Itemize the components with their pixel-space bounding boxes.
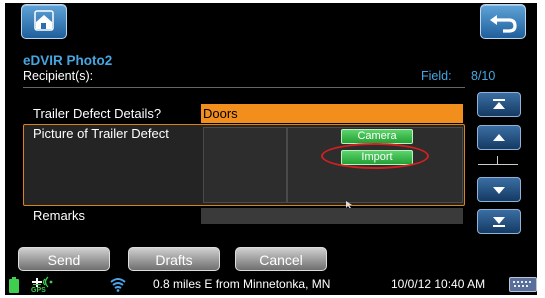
scroll-up-icon (493, 134, 505, 141)
recipient-label: Recipient(s): (23, 69, 94, 83)
gps-label: GPS (31, 287, 46, 294)
picture-preview-cell (203, 127, 287, 203)
scroll-top-icon (493, 99, 505, 109)
field-label: Field: (421, 69, 452, 83)
keyboard-icon[interactable] (509, 277, 537, 292)
device-screen: eDVIR Photo2 Recipient(s): Field: 8/10 T… (5, 3, 537, 295)
keyboard-keys-icon (513, 281, 531, 287)
back-arrow-icon (490, 15, 517, 33)
scroll-position-marker (478, 164, 518, 165)
scroll-bottom-button[interactable] (477, 209, 521, 234)
import-highlight-annotation (321, 143, 429, 169)
datetime-text: 10/0/12 10:40 AM (391, 277, 486, 291)
location-text: 0.8 miles E from Minnetonka, MN (153, 277, 331, 291)
field-counter: 8/10 (471, 69, 496, 83)
back-button[interactable] (480, 4, 526, 39)
home-button[interactable] (21, 4, 67, 39)
remarks-field[interactable] (201, 208, 463, 224)
trailer-defect-label: Trailer Defect Details? (33, 106, 162, 121)
picture-label: Picture of Trailer Defect (33, 126, 169, 141)
scroll-down-button[interactable] (477, 177, 521, 202)
scroll-top-button[interactable] (477, 92, 521, 117)
header-divider (23, 87, 465, 88)
trailer-defect-field[interactable]: Doors (201, 104, 463, 123)
drafts-button[interactable]: Drafts (128, 247, 220, 271)
scroll-position-tick (497, 156, 498, 165)
scroll-up-button[interactable] (477, 125, 521, 150)
battery-icon (9, 277, 19, 293)
remarks-label: Remarks (33, 208, 86, 223)
cancel-button[interactable]: Cancel (235, 247, 327, 271)
scroll-bottom-icon (493, 217, 505, 227)
screen-title: eDVIR Photo2 (23, 53, 113, 68)
camera-button[interactable]: Camera (341, 129, 413, 144)
scroll-down-icon (493, 187, 505, 194)
wifi-icon (110, 278, 126, 292)
home-icon (34, 10, 54, 31)
send-button[interactable]: Send (18, 247, 110, 271)
